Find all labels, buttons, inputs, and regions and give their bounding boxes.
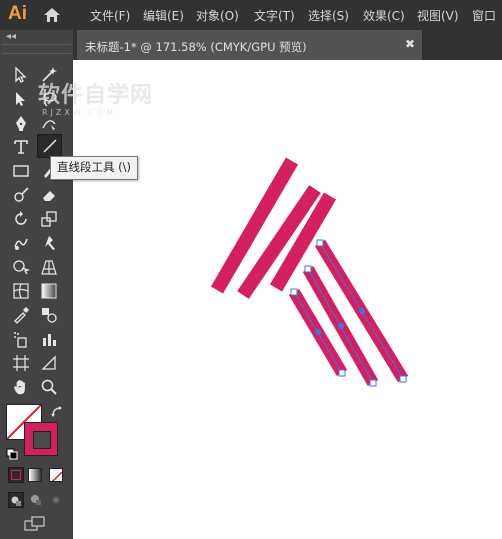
column-graph-icon[interactable] (38, 328, 60, 350)
draw-inside-button[interactable] (48, 492, 64, 508)
gradient-icon[interactable] (38, 280, 60, 302)
line-segment-icon[interactable] (37, 134, 62, 158)
selected-strokes (288, 239, 409, 387)
screen-mode-button[interactable] (24, 516, 46, 532)
menu-view[interactable]: 视图(V) (417, 7, 459, 24)
color-swatch-mini (11, 470, 21, 480)
blend-icon[interactable] (38, 304, 60, 326)
menu-file[interactable]: 文件(F) (90, 7, 130, 24)
draw-normal-icon (11, 496, 21, 506)
rectangle-icon[interactable] (10, 160, 32, 182)
close-icon[interactable]: ✖ (405, 37, 415, 51)
center-point-4[interactable] (315, 329, 321, 335)
menu-bar: Ai 文件(F) 编辑(E) 对象(O) 文字(T) 选择(S) 效果(C) 视… (0, 0, 502, 30)
app-logo: Ai (8, 3, 27, 24)
lasso-icon[interactable] (38, 88, 60, 110)
anchor-point[interactable] (290, 288, 298, 296)
artwork (210, 157, 409, 387)
collapse-panel-icon[interactable]: ◂◂ (6, 32, 16, 42)
draw-behind-icon (31, 495, 41, 505)
anchor-point[interactable] (369, 379, 377, 387)
eraser-icon[interactable] (38, 184, 60, 206)
shape-builder-icon[interactable] (10, 256, 32, 278)
curvature-icon[interactable] (38, 112, 60, 134)
swap-fill-stroke-icon[interactable] (50, 404, 64, 418)
draw-behind-button[interactable] (28, 492, 44, 508)
slice-icon[interactable] (38, 352, 60, 374)
warp-icon[interactable] (10, 232, 32, 254)
home-icon[interactable] (41, 5, 63, 25)
stroke-swatch[interactable] (24, 422, 58, 456)
tools-panel: ◂◂ (0, 30, 73, 539)
perspective-grid-icon[interactable] (38, 256, 60, 278)
default-fill-stroke-icon[interactable] (6, 445, 18, 460)
symbol-sprayer-icon[interactable] (10, 328, 32, 350)
screen-mode-icon (24, 516, 45, 531)
center-point-5[interactable] (338, 323, 344, 329)
artboard-canvas[interactable] (73, 60, 502, 539)
anchor-point[interactable] (304, 265, 312, 273)
menu-effect[interactable]: 效果(C) (363, 7, 405, 24)
pen-icon[interactable] (10, 112, 32, 134)
document-tab[interactable]: 未标题-1* @ 171.58% (CMYK/GPU 预览) ✖ (77, 30, 422, 60)
puppet-warp-icon[interactable] (38, 232, 60, 254)
tool-tooltip: 直线段工具 (\) (50, 156, 139, 180)
menu-object[interactable]: 对象(O) (196, 7, 239, 24)
menu-select[interactable]: 选择(S) (308, 7, 349, 24)
type-icon[interactable] (10, 136, 32, 158)
zoom-icon[interactable] (38, 376, 60, 398)
eyedropper-icon[interactable] (10, 304, 32, 326)
none-mode-button[interactable] (49, 468, 63, 482)
rotate-icon[interactable] (10, 208, 32, 230)
document-tab-strip: 未标题-1* @ 171.58% (CMYK/GPU 预览) ✖ (73, 30, 502, 60)
document-tab-title: 未标题-1* @ 171.58% (CMYK/GPU 预览) (85, 40, 307, 54)
menu-window[interactable]: 窗口 (472, 7, 496, 24)
draw-inside-icon (52, 496, 60, 504)
draw-normal-button[interactable] (8, 492, 24, 508)
gradient-mode-button[interactable] (28, 468, 42, 482)
none-icon (51, 471, 62, 481)
anchor-point[interactable] (399, 375, 407, 383)
artboard-icon[interactable] (10, 352, 32, 374)
selection-arrow-icon[interactable] (10, 64, 32, 86)
menu-type[interactable]: 文字(T) (254, 7, 295, 24)
panel-grip[interactable] (2, 44, 71, 54)
mesh-icon[interactable] (10, 280, 32, 302)
paintbrush-icon[interactable] (10, 184, 32, 206)
hand-icon[interactable] (10, 376, 32, 398)
direct-selection-icon[interactable] (10, 88, 32, 110)
anchor-point[interactable] (338, 369, 346, 377)
anchor-point[interactable] (316, 239, 324, 247)
menu-edit[interactable]: 编辑(E) (143, 7, 184, 24)
center-point-6[interactable] (359, 308, 365, 314)
magic-wand-icon[interactable] (38, 64, 60, 86)
scale-icon[interactable] (38, 208, 60, 230)
color-mode-button[interactable] (8, 467, 24, 483)
stroke-swatch-inner (33, 431, 51, 449)
